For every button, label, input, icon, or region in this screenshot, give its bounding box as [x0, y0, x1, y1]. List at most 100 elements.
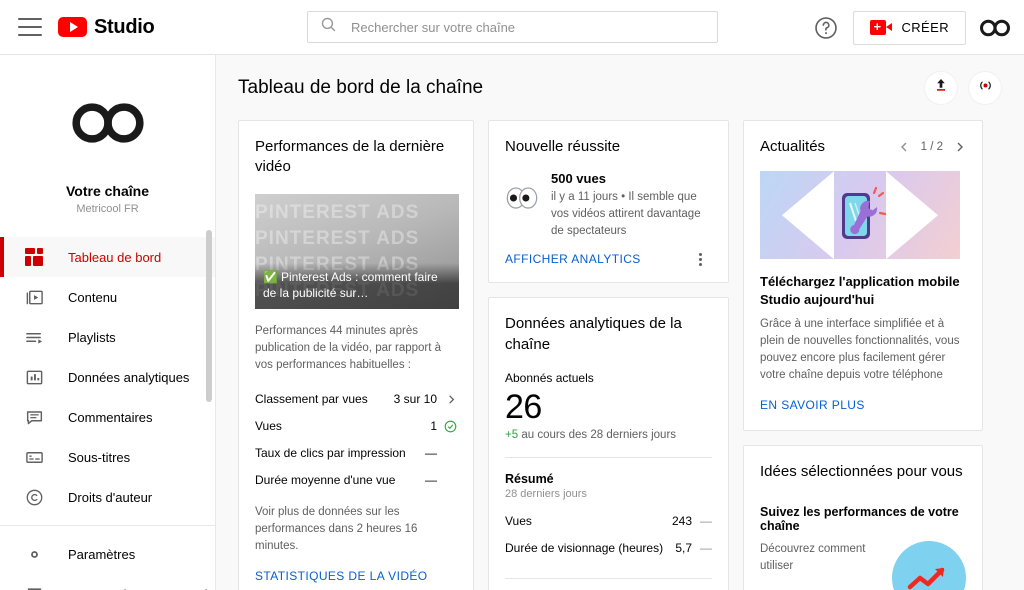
news-headline: Téléchargez l'application mobile Studio … [760, 274, 960, 308]
summary-row: Vues 243 — [505, 508, 712, 535]
brand-label: Studio [94, 15, 155, 38]
search-input[interactable] [351, 19, 691, 35]
ideas-subtitle: Suivez les performances de votre chaîne [760, 504, 959, 533]
stat-value: 3 sur 10 [393, 392, 437, 406]
divider [505, 577, 712, 579]
main-content: Tableau de bord de la chaîne Performance… [216, 55, 1024, 590]
summary-trail: — [700, 541, 712, 556]
performance-stats: Classement par vues 3 sur 10 Vues 1 Taux… [255, 386, 457, 494]
summary-label: Vues [505, 514, 532, 529]
delta-value: +5 [505, 428, 519, 441]
app-header: Studio CRÉER [0, 0, 1024, 55]
subscribers-delta: +5 au cours des 28 derniers jours [505, 429, 712, 441]
sidebar-item-content[interactable]: Contenu [0, 277, 215, 317]
sidebar-item-feedback[interactable]: Envoyer des commentai... [0, 574, 215, 590]
news-pager: 1 / 2 [898, 141, 966, 153]
copyright-icon [22, 485, 46, 509]
card-title: Idées sélectionnées pour vous [760, 463, 963, 481]
chevron-left-icon[interactable] [898, 141, 910, 153]
news-body: Grâce à une interface simplifiée et à pl… [760, 318, 960, 382]
stat-row: Vues 1 [255, 413, 457, 440]
help-circle-icon[interactable] [813, 15, 839, 41]
summary-value: 5,7 [675, 541, 692, 556]
playlist-icon [22, 325, 46, 349]
subscribers-count: 26 [505, 387, 542, 426]
go-live-icon [976, 76, 995, 100]
kebab-menu-icon[interactable] [698, 252, 702, 266]
stat-value: — [425, 446, 437, 460]
dashboard-icon [22, 245, 46, 269]
comment-icon [22, 405, 46, 429]
hamburger-icon[interactable] [18, 18, 42, 36]
dashboard-cards: Performances de la dernière vidéo PINTER… [216, 120, 1024, 590]
achievement-text: 500 vues il y a 11 jours • Il semble que… [551, 171, 712, 240]
sidebar-item-label: Paramètres [68, 546, 136, 562]
stat-row[interactable]: Classement par vues 3 sur 10 [255, 386, 457, 413]
sidebar-item-settings[interactable]: Paramètres [0, 534, 215, 574]
search-icon [320, 16, 337, 38]
channel-block: Votre chaîne Metricool FR [0, 55, 215, 215]
performance-note: Performances 44 minutes après publicatio… [255, 324, 442, 371]
analytics-bar-chart-icon [22, 365, 46, 389]
achievement-footer: AFFICHER ANALYTICS [505, 252, 712, 266]
infinity-avatar-icon[interactable] [71, 87, 144, 159]
video-title: Pinterest Ads : comment faire de la publ… [263, 269, 438, 300]
card-title: Nouvelle réussite [505, 138, 621, 155]
upload-video-button[interactable] [924, 70, 958, 105]
header-actions: CRÉER [813, 0, 1010, 55]
sidebar-item-dashboard[interactable]: Tableau de bord [0, 237, 215, 277]
go-live-button[interactable] [968, 70, 1002, 105]
check-emoji-icon: ✅ [263, 269, 278, 284]
sidebar-item-comments[interactable]: Commentaires [0, 397, 215, 437]
stat-label: Classement par vues [255, 392, 368, 406]
achievement-subtext: il y a 11 jours • Il semble que vos vidé… [551, 191, 701, 238]
stat-label: Durée moyenne d'une vue [255, 473, 396, 487]
latest-video-performance-card: Performances de la dernière vidéo PINTER… [238, 120, 474, 590]
view-analytics-link[interactable]: AFFICHER ANALYTICS [505, 252, 641, 266]
sidebar-item-playlists[interactable]: Playlists [0, 317, 215, 357]
eyes-emoji-icon [505, 171, 539, 240]
check-circle-icon [443, 420, 457, 433]
upload-video-icon [932, 76, 950, 99]
chevron-right-icon[interactable] [954, 141, 966, 153]
stat-label: Vues [255, 419, 282, 433]
sidebar-nav: Tableau de bord Contenu Playlists Donnée… [0, 237, 215, 590]
summary-range: 28 derniers jours [505, 487, 587, 500]
sidebar-item-analytics[interactable]: Données analytiques [0, 357, 215, 397]
ideas-row: Découvrez comment utiliser [760, 540, 966, 590]
sidebar-item-label: Contenu [68, 289, 118, 305]
delta-suffix: au cours des 28 derniers jours [521, 428, 677, 441]
video-stats-link[interactable]: STATISTIQUES DE LA VIDÉO [255, 569, 428, 583]
news-header: Actualités 1 / 2 [760, 137, 966, 157]
studio-brand[interactable]: Studio [58, 15, 155, 39]
learn-more-link[interactable]: EN SAVOIR PLUS [760, 398, 865, 412]
channel-handle: Metricool FR [76, 203, 139, 215]
channel-analytics-card: Données analytiques de la chaîne Abonnés… [488, 297, 729, 590]
sidebar-item-copyright[interactable]: Droits d'auteur [0, 477, 215, 517]
summary-row: Durée de visionnage (heures) 5,7 — [505, 535, 712, 562]
page-title: Tableau de bord de la chaîne [238, 76, 484, 98]
summary-label: Durée de visionnage (heures) [505, 541, 664, 556]
subtitles-icon [22, 445, 46, 469]
sidebar-item-label: Sous-titres [68, 449, 131, 465]
sidebar: Votre chaîne Metricool FR Tableau de bor… [0, 55, 216, 590]
stat-row: Taux de clics par impression — [255, 440, 457, 467]
sidebar-item-label: Commentaires [68, 409, 153, 425]
video-thumbnail[interactable]: PINTEREST ADS PINTEREST ADS PINTEREST AD… [255, 193, 459, 309]
news-card: Actualités 1 / 2 Téléchargez l'applicati… [743, 120, 983, 432]
channel-avatar-icon[interactable] [980, 13, 1010, 43]
sidebar-scrollbar[interactable] [206, 230, 212, 402]
stat-value: 1 [430, 419, 437, 433]
card-title: Performances de la dernière vidéo [255, 138, 445, 176]
chevron-right-icon [443, 394, 457, 405]
content-video-icon [22, 285, 46, 309]
feedback-icon [22, 582, 46, 590]
sidebar-item-label: Tableau de bord [68, 249, 162, 265]
ideas-card: Idées sélectionnées pour vous Suivez les… [743, 445, 983, 590]
main-actions [924, 70, 1002, 105]
summary-value: 243 [671, 514, 692, 529]
search-bar[interactable] [307, 11, 718, 43]
achievement-card: Nouvelle réussite 500 vues il y a 11 jou… [488, 120, 729, 284]
sidebar-item-subtitles[interactable]: Sous-titres [0, 437, 215, 477]
create-button[interactable]: CRÉER [853, 10, 966, 45]
